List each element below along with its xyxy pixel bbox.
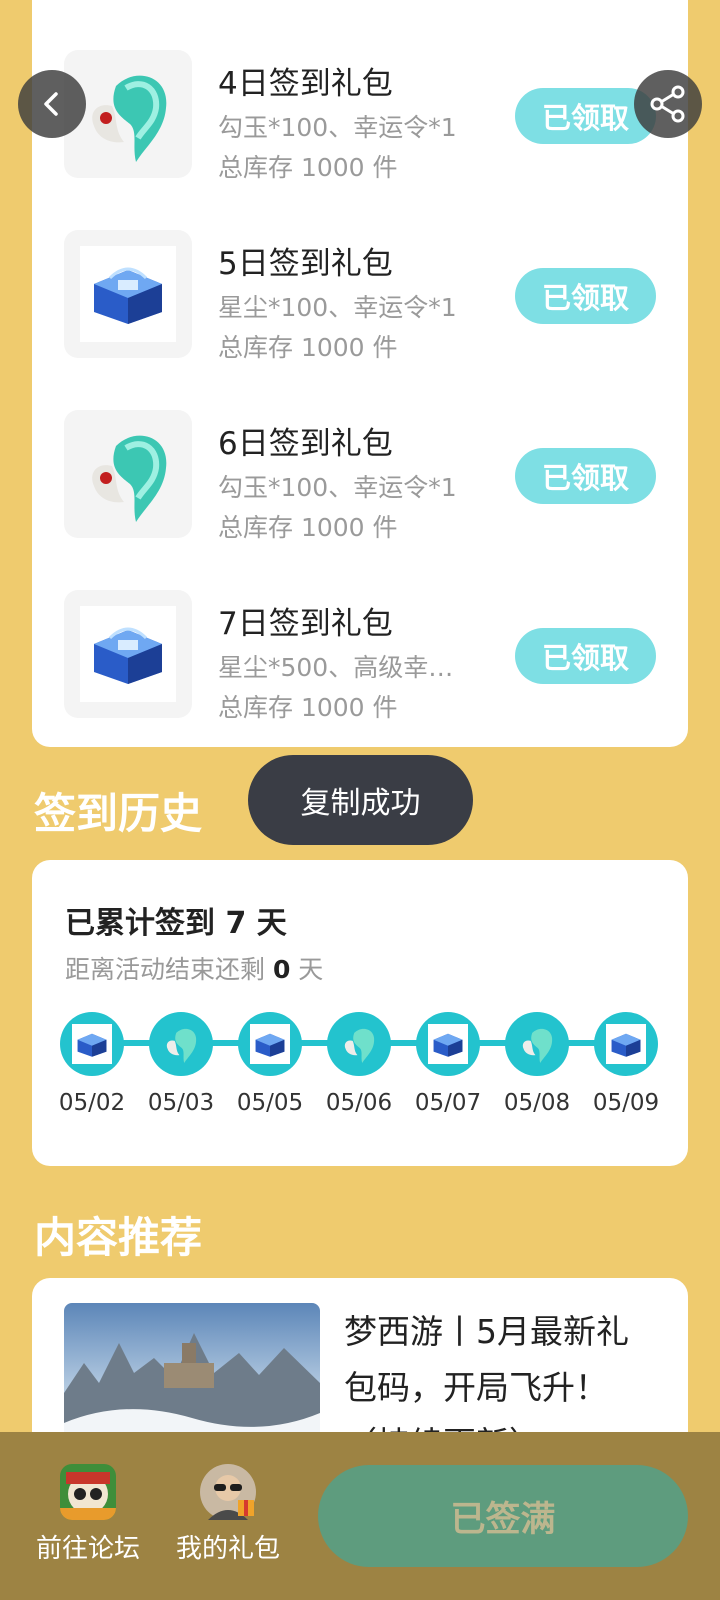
jade-icon xyxy=(64,410,192,538)
share-icon xyxy=(650,85,685,123)
checkin-date: 05/09 xyxy=(592,1090,660,1116)
history-card: 已累计签到 7 天 距离活动结束还剩 0 天 05/02 05/03 05/05… xyxy=(32,860,688,1166)
treasure-chest-icon xyxy=(416,1012,480,1076)
recommend-article-card[interactable]: 梦西游丨5月最新礼包码，开局飞升！（持续更新） xyxy=(32,1278,688,1458)
checkin-date: 05/03 xyxy=(147,1090,215,1116)
remaining-suffix: 天 xyxy=(290,955,324,984)
treasure-chest-icon xyxy=(64,590,192,718)
claimed-button[interactable]: 已领取 xyxy=(515,628,656,684)
checkin-day: 05/09 xyxy=(591,1012,661,1116)
gift-row-day4[interactable]: 4日签到礼包 勾玉*100、幸运令*1 总库存 1000 件 已领取 xyxy=(64,50,656,182)
bottom-action-bar: 前往论坛 我的礼包 已签满 xyxy=(0,1432,720,1600)
treasure-chest-icon xyxy=(64,230,192,358)
gift-title: 7日签到礼包 xyxy=(218,606,393,642)
checkin-day: 05/02 xyxy=(57,1012,127,1116)
remaining-days-value: 0 xyxy=(272,955,291,984)
copy-success-toast: 复制成功 xyxy=(248,755,473,845)
gift-stock: 总库存 1000 件 xyxy=(218,153,398,182)
jade-icon xyxy=(149,1012,213,1076)
chevron-left-icon xyxy=(44,92,58,116)
treasure-chest-icon xyxy=(238,1012,302,1076)
treasure-chest-icon xyxy=(594,1012,658,1076)
forum-button[interactable]: 前往论坛 xyxy=(28,1464,148,1565)
checkin-date: 05/05 xyxy=(236,1090,304,1116)
gift-row-day6[interactable]: 6日签到礼包 勾玉*100、幸运令*1 总库存 1000 件 已领取 xyxy=(64,410,656,542)
gift-row-day5[interactable]: 5日签到礼包 星尘*100、幸运令*1 总库存 1000 件 已领取 xyxy=(64,230,656,362)
history-section-title: 签到历史 xyxy=(34,789,203,838)
gift-row-day7[interactable]: 7日签到礼包 星尘*500、高级幸… 总库存 1000 件 已领取 xyxy=(64,590,656,722)
checkin-date: 05/08 xyxy=(503,1090,571,1116)
user-avatar-icon xyxy=(200,1464,256,1520)
claimed-button[interactable]: 已领取 xyxy=(515,268,656,324)
my-gift-button[interactable]: 我的礼包 xyxy=(168,1464,288,1565)
gift-description: 勾玉*100、幸运令*1 xyxy=(218,473,457,502)
remaining-days-label: 距离活动结束还剩 0 天 xyxy=(65,950,323,986)
gift-stock: 总库存 1000 件 xyxy=(218,693,398,722)
treasure-chest-icon xyxy=(60,1012,124,1076)
game-avatar-icon xyxy=(60,1464,116,1520)
gift-stock: 总库存 1000 件 xyxy=(218,333,398,362)
gift-stock: 总库存 1000 件 xyxy=(218,513,398,542)
checkin-date: 05/07 xyxy=(414,1090,482,1116)
jade-icon xyxy=(327,1012,391,1076)
checkin-day: 05/08 xyxy=(502,1012,572,1116)
gift-description: 勾玉*100、幸运令*1 xyxy=(218,113,457,142)
gift-title: 4日签到礼包 xyxy=(218,66,393,102)
claimed-button[interactable]: 已领取 xyxy=(515,448,656,504)
recommend-section-title: 内容推荐 xyxy=(34,1213,203,1262)
checkin-day: 05/03 xyxy=(146,1012,216,1116)
total-checkin-label: 已累计签到 7 天 xyxy=(65,906,287,941)
remaining-prefix: 距离活动结束还剩 xyxy=(65,955,273,984)
checkin-date: 05/06 xyxy=(325,1090,393,1116)
checkin-day: 05/07 xyxy=(413,1012,483,1116)
forum-label: 前往论坛 xyxy=(35,1534,140,1564)
gift-description: 星尘*100、幸运令*1 xyxy=(218,293,457,322)
share-button[interactable] xyxy=(634,70,702,138)
jade-icon xyxy=(505,1012,569,1076)
checkin-day: 05/05 xyxy=(235,1012,305,1116)
my-gift-label: 我的礼包 xyxy=(175,1534,280,1564)
checkin-day: 05/06 xyxy=(324,1012,394,1116)
back-button[interactable] xyxy=(18,70,86,138)
checkin-date: 05/02 xyxy=(58,1090,126,1116)
gift-title: 6日签到礼包 xyxy=(218,426,393,462)
signed-full-button[interactable]: 已签满 xyxy=(318,1465,688,1567)
gift-description: 星尘*500、高级幸… xyxy=(218,653,454,682)
gift-title: 5日签到礼包 xyxy=(218,246,393,282)
